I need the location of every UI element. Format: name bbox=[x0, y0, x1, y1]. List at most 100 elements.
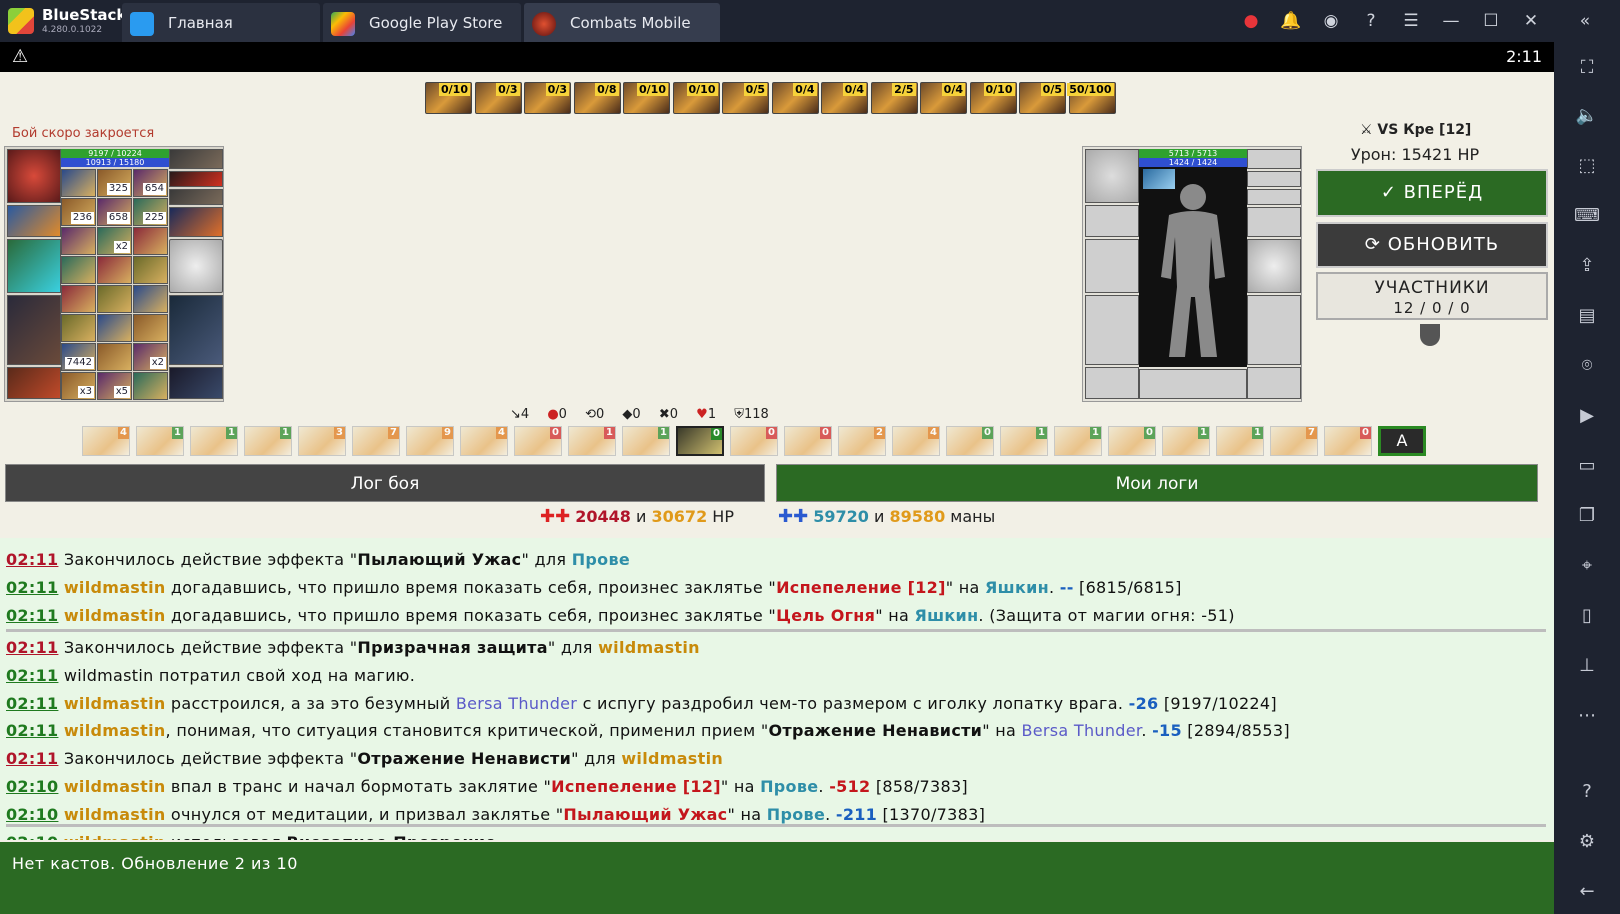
ability-icon[interactable]: 4 bbox=[892, 426, 940, 456]
inventory-item[interactable] bbox=[61, 285, 96, 313]
log-time[interactable]: 02:11 bbox=[6, 721, 58, 740]
ability-icon[interactable]: 7 bbox=[352, 426, 400, 456]
ability-icon[interactable]: 1 bbox=[622, 426, 670, 456]
player-name[interactable]: wildmastin bbox=[598, 638, 700, 657]
boots-slot-empty[interactable] bbox=[1247, 367, 1301, 399]
buff-icon[interactable]: 0/3 bbox=[474, 82, 522, 114]
target-name[interactable]: Яшкин bbox=[985, 578, 1049, 597]
legs-slot-empty[interactable] bbox=[1247, 295, 1301, 365]
multi-instance-icon[interactable]: ❐ bbox=[1573, 502, 1601, 530]
ability-icon[interactable]: 2 bbox=[838, 426, 886, 456]
tab-home[interactable]: Главная bbox=[122, 3, 320, 42]
amulet-slot[interactable] bbox=[169, 171, 223, 187]
inventory-item[interactable]: x3 bbox=[61, 372, 96, 400]
buff-icon[interactable]: 0/4 bbox=[821, 82, 868, 114]
pointer-icon[interactable]: ⬚ bbox=[1573, 152, 1601, 180]
ring-slot[interactable] bbox=[169, 149, 223, 169]
inventory-item[interactable] bbox=[61, 169, 96, 197]
ability-icon[interactable]: 0 bbox=[1108, 426, 1156, 456]
buff-icon[interactable]: 0/8 bbox=[573, 82, 621, 114]
player-name[interactable]: wildmastin bbox=[64, 777, 166, 796]
rotate-icon[interactable]: ⊥ bbox=[1573, 652, 1601, 680]
log-time[interactable]: 02:11 bbox=[6, 666, 58, 685]
staff-slot[interactable] bbox=[7, 239, 61, 293]
belt-slot-empty[interactable] bbox=[1085, 367, 1139, 399]
buff-icon[interactable]: 0/10 bbox=[672, 82, 720, 114]
log-time[interactable]: 02:10 bbox=[6, 805, 58, 824]
player-name[interactable]: wildmastin bbox=[64, 805, 166, 824]
log-time[interactable]: 02:11 bbox=[6, 606, 58, 625]
ability-icon[interactable]: 0 bbox=[946, 426, 994, 456]
buff-icon[interactable]: 2/5 bbox=[870, 82, 918, 114]
ability-icon[interactable]: 0 bbox=[1324, 426, 1372, 456]
amulet-slot-empty[interactable] bbox=[1247, 171, 1301, 187]
inventory-item[interactable]: 325 bbox=[97, 169, 132, 197]
offhand-slot[interactable] bbox=[169, 207, 223, 237]
ability-icon[interactable]: 1 bbox=[568, 426, 616, 456]
tab-battle-log[interactable]: Лог боя bbox=[5, 464, 765, 502]
helmet-slot-empty[interactable] bbox=[1085, 149, 1139, 203]
buff-icon[interactable]: 0/4 bbox=[771, 82, 819, 114]
target-name[interactable]: Прове bbox=[767, 805, 825, 824]
tab-my-logs[interactable]: Мои логи bbox=[776, 464, 1538, 502]
apk-icon[interactable]: ▤ bbox=[1573, 302, 1601, 330]
belt-slot[interactable] bbox=[7, 367, 61, 399]
weapon-slot[interactable] bbox=[7, 205, 61, 237]
rune-slots-empty[interactable] bbox=[1139, 369, 1247, 399]
armor-slot-empty[interactable] bbox=[1085, 295, 1139, 365]
ability-icon[interactable]: 1 bbox=[1000, 426, 1048, 456]
ring-slot-empty[interactable] bbox=[1247, 149, 1301, 169]
ability-icon[interactable]: 1 bbox=[244, 426, 292, 456]
keyboard-icon[interactable]: ⌨ bbox=[1573, 202, 1601, 230]
ability-icon[interactable]: 1 bbox=[190, 426, 238, 456]
opponent-name[interactable]: Кре [12] bbox=[1403, 122, 1471, 138]
participants-button[interactable]: УЧАСТНИКИ 12 / 0 / 0 bbox=[1316, 272, 1548, 320]
ability-icon[interactable]: 0 bbox=[730, 426, 778, 456]
weapon-slot-empty[interactable] bbox=[1085, 239, 1139, 293]
inventory-item[interactable] bbox=[133, 372, 168, 400]
inventory-item[interactable]: 225 bbox=[133, 198, 168, 226]
help-sidebar-icon[interactable]: ? bbox=[1573, 778, 1601, 806]
inventory-item[interactable] bbox=[133, 256, 168, 284]
inventory-item[interactable]: 236 bbox=[61, 198, 96, 226]
buff-icon[interactable]: 0/10 bbox=[969, 82, 1017, 114]
buff-icon[interactable]: 0/10 bbox=[623, 82, 670, 114]
legs-slot[interactable] bbox=[169, 295, 223, 365]
log-time[interactable]: 02:11 bbox=[6, 694, 58, 713]
ability-icon[interactable]: 1 bbox=[1216, 426, 1264, 456]
inventory-item[interactable] bbox=[61, 256, 96, 284]
more-icon[interactable]: ⋯ bbox=[1573, 702, 1601, 730]
inventory-item[interactable] bbox=[133, 227, 168, 255]
ability-icon[interactable]: 4 bbox=[82, 426, 130, 456]
collapse-sidebar-icon[interactable]: « bbox=[1574, 10, 1596, 32]
inventory-item[interactable]: x2 bbox=[97, 227, 132, 255]
target-name[interactable]: Прове bbox=[572, 550, 630, 569]
log-time[interactable]: 02:11 bbox=[6, 578, 58, 597]
record-icon[interactable]: ▶ bbox=[1573, 402, 1601, 430]
help-icon[interactable]: ? bbox=[1360, 10, 1382, 32]
player-name[interactable]: wildmastin bbox=[64, 578, 166, 597]
ability-icon[interactable]: 4 bbox=[460, 426, 508, 456]
tab-play-store[interactable]: Google Play Store bbox=[323, 3, 521, 42]
buff-icon[interactable]: 0/4 bbox=[920, 82, 967, 114]
buff-icon[interactable]: 0/3 bbox=[524, 82, 571, 114]
earring-slot-empty[interactable] bbox=[1247, 189, 1301, 205]
ability-icon[interactable]: 1 bbox=[1162, 426, 1210, 456]
ally-name[interactable]: Bersa Thunder bbox=[456, 694, 577, 713]
target-name[interactable]: Прове bbox=[760, 777, 818, 796]
ally-name[interactable]: Bersa Thunder bbox=[1021, 721, 1141, 740]
boots-slot[interactable] bbox=[169, 367, 223, 399]
folder-icon[interactable]: ▭ bbox=[1573, 452, 1601, 480]
fullscreen-icon[interactable]: ⛶ bbox=[1573, 54, 1601, 82]
inventory-item[interactable]: x2 bbox=[133, 343, 168, 371]
earring-slot[interactable] bbox=[169, 189, 223, 205]
inventory-item[interactable] bbox=[133, 314, 168, 342]
inventory-item[interactable] bbox=[61, 314, 96, 342]
tab-combats-mobile[interactable]: Combats Mobile bbox=[524, 3, 720, 42]
ability-icon[interactable]: 1 bbox=[136, 426, 184, 456]
screenshot-icon[interactable]: ⌾ bbox=[1573, 352, 1601, 380]
buff-icon[interactable]: 0/10 bbox=[425, 82, 472, 114]
buff-icon[interactable]: 0/5 bbox=[1019, 82, 1066, 114]
player-avatar[interactable] bbox=[7, 149, 61, 203]
close-icon[interactable]: ✕ bbox=[1520, 10, 1542, 32]
